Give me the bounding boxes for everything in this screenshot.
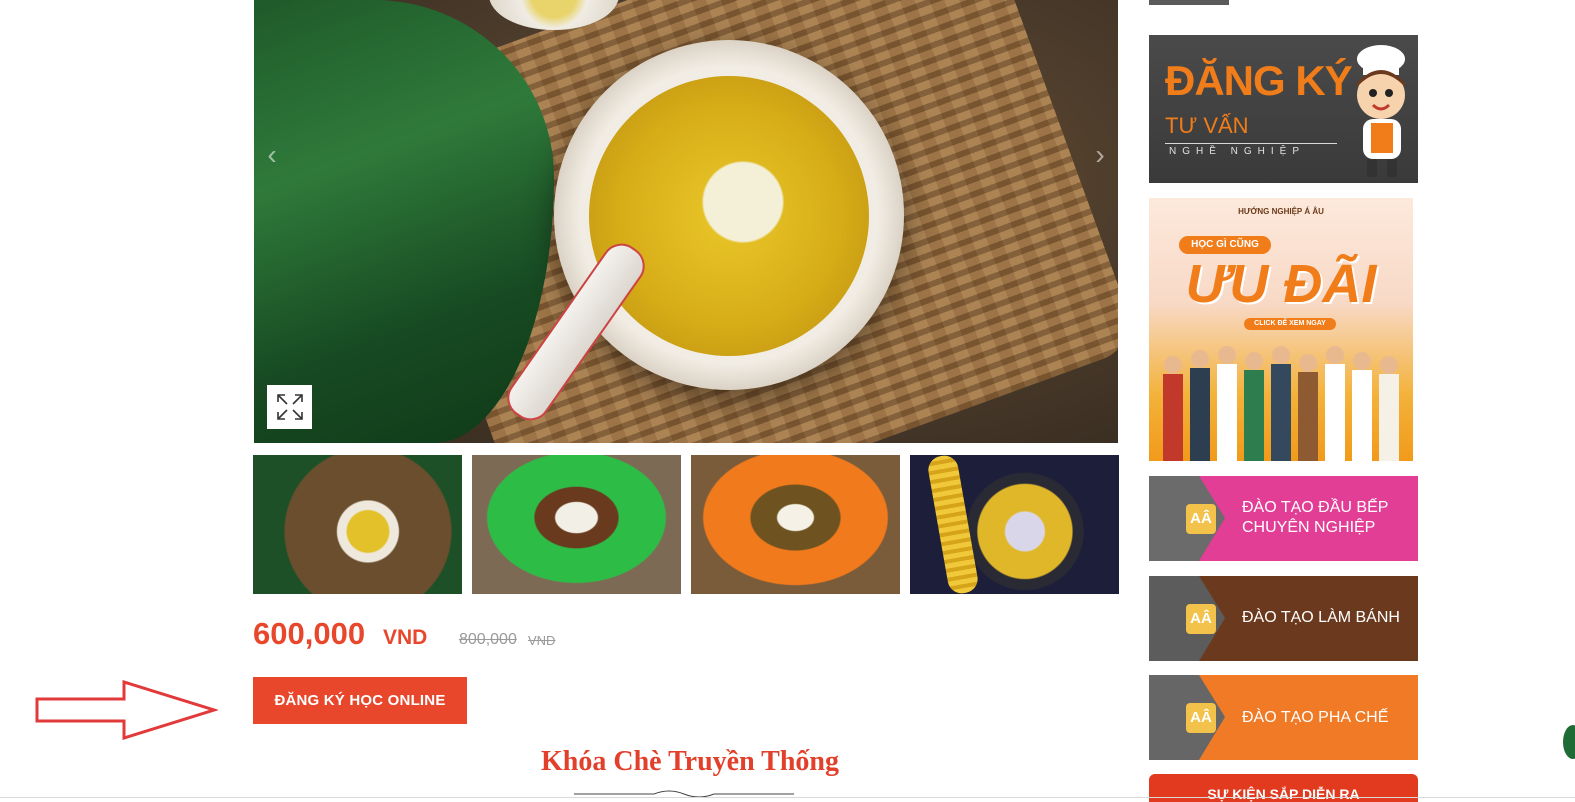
sidebar-link-chef-training[interactable]: AÂ ĐÀO TẠO ĐẦU BẾP CHUYÊN NGHIỆP bbox=[1149, 476, 1418, 561]
thumbnail-2[interactable] bbox=[472, 455, 681, 594]
chevron-right-icon[interactable]: › bbox=[1088, 140, 1112, 170]
brand-logo-icon: AÂ bbox=[1186, 504, 1216, 534]
thumbnail-4[interactable] bbox=[910, 455, 1119, 594]
promo-cta: CLICK ĐỂ XEM NGAY bbox=[1244, 318, 1336, 330]
promo-brand: HƯỚNG NGHIỆP Á ÂU bbox=[1238, 207, 1324, 216]
label-line-2: CHUYÊN NGHIỆP bbox=[1242, 519, 1376, 536]
promotion-banner[interactable]: HƯỚNG NGHIỆP Á ÂU HỌC GÌ CŨNG ƯU ĐÃI CLI… bbox=[1149, 198, 1413, 461]
sidebar-link-label: ĐÀO TẠO PHA CHẾ bbox=[1242, 709, 1389, 726]
promo-headline: ƯU ĐÃI bbox=[1185, 254, 1377, 314]
expand-button[interactable] bbox=[267, 385, 312, 429]
banner-title: ĐĂNG KÝ bbox=[1165, 57, 1353, 104]
arrow-annotation-icon bbox=[35, 680, 218, 740]
sidebar-link-label: ĐÀO TẠO ĐẦU BẾP CHUYÊN NGHIỆP bbox=[1242, 498, 1388, 538]
floating-chat-button[interactable] bbox=[1563, 725, 1575, 759]
course-title: Khóa Chè Truyền Thống bbox=[541, 746, 839, 777]
sidebar-link-baking-training[interactable]: AÂ ĐÀO TẠO LÀM BÁNH bbox=[1149, 576, 1418, 661]
thumbnail-3[interactable] bbox=[691, 455, 900, 594]
sidebar-link-label: ĐÀO TẠO LÀM BÁNH bbox=[1242, 609, 1400, 626]
banana-leaf bbox=[254, 0, 554, 443]
expand-icon bbox=[276, 394, 303, 420]
sidebar-link-bartending-training[interactable]: AÂ ĐÀO TẠO PHA CHẾ bbox=[1149, 675, 1418, 760]
label-line-1: ĐÀO TẠO ĐẦU BẾP bbox=[1242, 499, 1389, 516]
corn bbox=[926, 455, 980, 594]
page-bottom-border bbox=[0, 797, 1575, 798]
banner-subtitle: TƯ VẤN bbox=[1165, 113, 1249, 138]
students-group-image bbox=[1163, 346, 1399, 461]
chef-mascot-icon bbox=[1357, 45, 1405, 177]
old-price-currency: VND bbox=[528, 633, 556, 648]
old-price-value: 800,000 bbox=[459, 631, 517, 648]
price-value: 600,000 bbox=[253, 616, 366, 651]
mung-bean-dessert bbox=[589, 76, 869, 356]
brand-logo-icon: AÂ bbox=[1186, 604, 1216, 634]
banner-divider bbox=[1165, 143, 1337, 144]
thumbnail-1[interactable] bbox=[253, 455, 462, 594]
consult-register-banner[interactable]: ĐĂNG KÝ TƯ VẤN NGHỀ NGHIỆP bbox=[1149, 35, 1418, 183]
price-currency: VND bbox=[383, 626, 428, 649]
chevron-left-icon[interactable]: ‹ bbox=[260, 140, 284, 170]
banner-tag: NGHỀ NGHIỆP bbox=[1169, 146, 1306, 157]
brand-logo-icon: AÂ bbox=[1186, 703, 1216, 733]
register-online-button[interactable]: ĐĂNG KÝ HỌC ONLINE bbox=[253, 677, 467, 724]
sidebar-image-edge bbox=[1149, 0, 1229, 5]
product-main-image[interactable]: ‹ › bbox=[254, 0, 1118, 443]
